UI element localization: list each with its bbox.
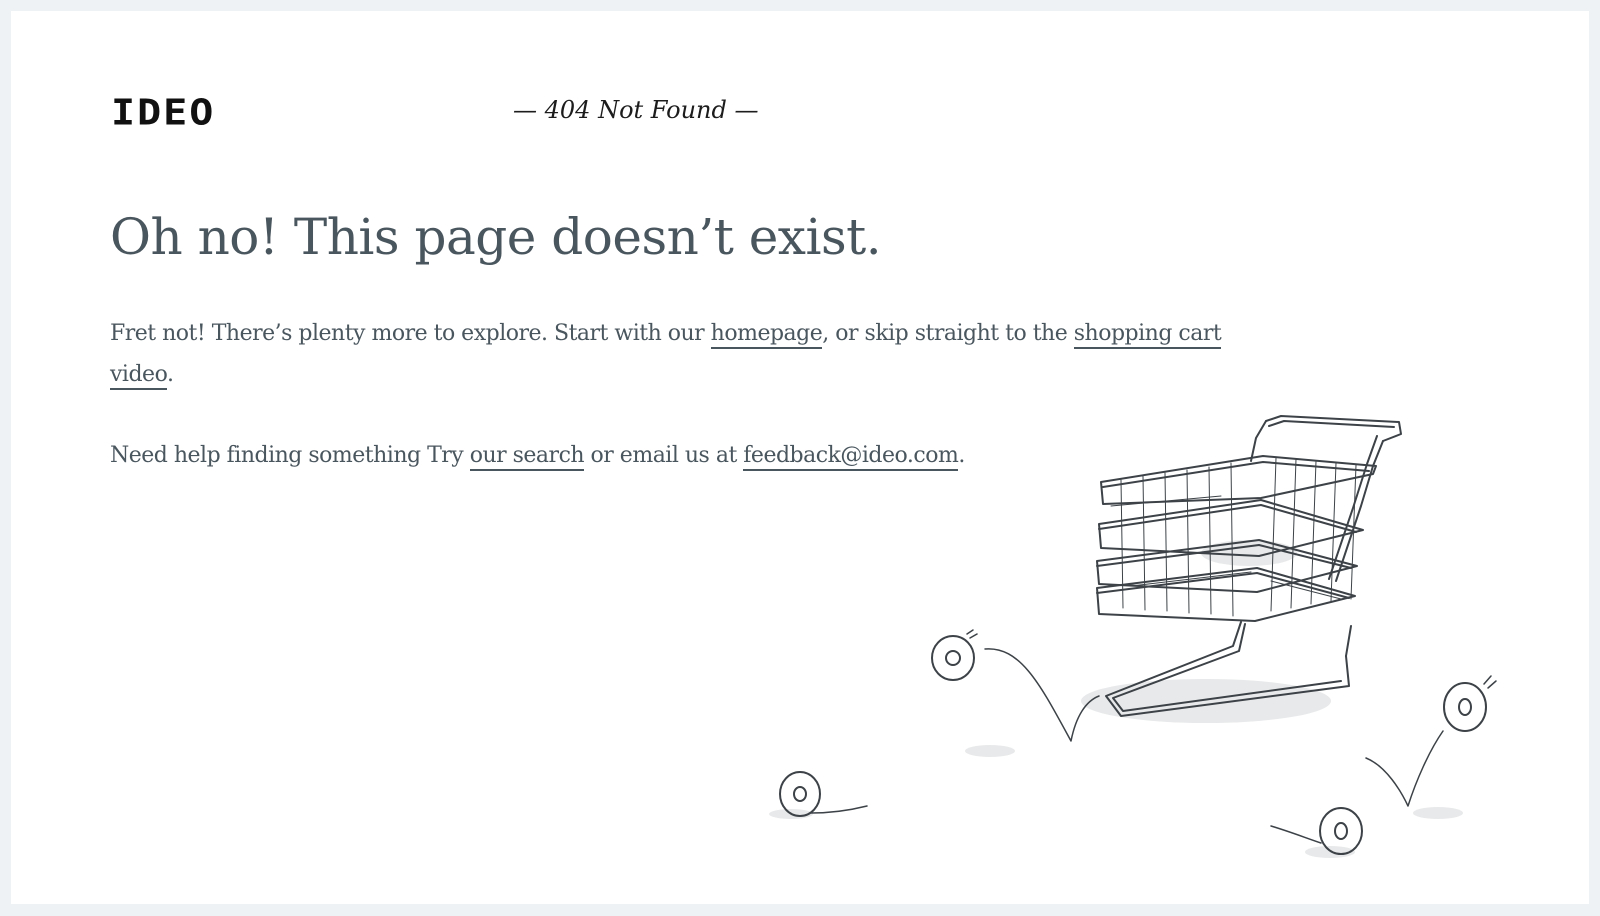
intro-text-before: Fret not! There’s plenty more to explore… bbox=[110, 321, 711, 346]
page-container: IDEO — 404 Not Found — Oh no! This page … bbox=[11, 11, 1589, 904]
ideo-logo[interactable]: IDEO bbox=[111, 95, 215, 131]
homepage-link[interactable]: homepage bbox=[710, 321, 823, 349]
help-text-middle: or email us at bbox=[584, 443, 744, 468]
motion-lines bbox=[810, 629, 1497, 844]
intro-text-after: . bbox=[166, 362, 174, 387]
help-text-before: Need help finding something Try bbox=[110, 443, 470, 468]
cart-basket bbox=[1096, 455, 1377, 622]
status-label: — 404 Not Found — bbox=[513, 96, 759, 124]
shopping-cart-illustration bbox=[769, 415, 1497, 858]
page-title: Oh no! This page doesn’t exist. bbox=[110, 208, 882, 266]
intro-text-middle: , or skip straight to the bbox=[822, 321, 1074, 346]
cart-wires bbox=[1110, 457, 1357, 617]
intro-paragraph: Fret not! There’s plenty more to explore… bbox=[110, 313, 1230, 395]
search-link[interactable]: our search bbox=[469, 443, 585, 471]
wheel-icons bbox=[779, 635, 1487, 855]
shadow-shapes bbox=[769, 540, 1463, 858]
